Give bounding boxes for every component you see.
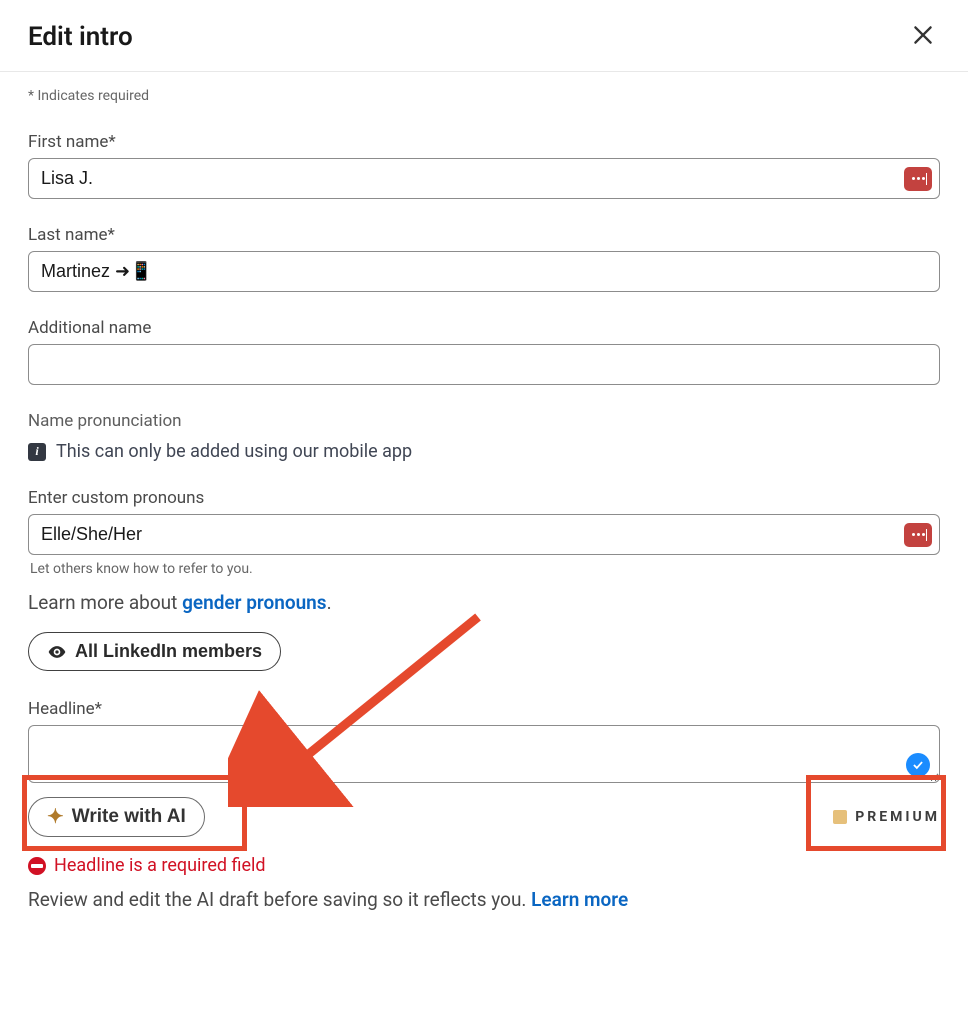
headline-error-text: Headline is a required field [54, 855, 266, 876]
pronouns-label: Enter custom pronouns [28, 488, 940, 508]
premium-badge: PREMIUM [833, 809, 940, 825]
close-icon [910, 22, 936, 48]
first-name-field: First name* [28, 132, 940, 199]
last-name-input[interactable] [28, 251, 940, 292]
mobile-only-note: i This can only be added using our mobil… [28, 441, 940, 462]
pronouns-learn-more: Learn more about gender pronouns. [28, 591, 940, 614]
modal-header: Edit intro [0, 0, 968, 72]
last-name-field: Last name* [28, 225, 940, 292]
headline-input[interactable] [28, 725, 940, 783]
additional-name-label: Additional name [28, 318, 940, 338]
visibility-button-label: All LinkedIn members [75, 641, 262, 662]
first-name-label: First name* [28, 132, 940, 152]
pronouns-helper-text: Let others know how to refer to you. [30, 561, 940, 577]
error-icon [28, 857, 46, 875]
password-manager-icon[interactable] [904, 523, 932, 547]
write-with-ai-label: Write with AI [72, 806, 186, 828]
pronouns-input[interactable] [28, 514, 940, 555]
ai-review-note: Review and edit the AI draft before savi… [28, 888, 940, 911]
required-indicator-note: * Indicates required [28, 88, 940, 104]
modal-title: Edit intro [28, 22, 133, 52]
headline-error: Headline is a required field [28, 855, 940, 876]
visibility-button[interactable]: All LinkedIn members [28, 632, 281, 671]
name-pronunciation-heading: Name pronunciation [28, 411, 940, 431]
gender-pronouns-link[interactable]: gender pronouns [182, 591, 327, 614]
additional-name-input[interactable] [28, 344, 940, 385]
first-name-input[interactable] [28, 158, 940, 199]
verified-check-icon [906, 753, 930, 777]
premium-icon [833, 810, 847, 824]
sparkle-icon: ✦ [47, 807, 64, 827]
modal-body: * Indicates required First name* Last na… [0, 72, 968, 911]
ai-learn-more-link[interactable]: Learn more [531, 888, 628, 911]
ai-row: ✦ Write with AI PREMIUM [28, 797, 940, 837]
write-with-ai-button[interactable]: ✦ Write with AI [28, 797, 205, 837]
pronouns-field: Enter custom pronouns Let others know ho… [28, 488, 940, 577]
headline-field: Headline* [28, 699, 940, 783]
eye-icon [47, 642, 67, 662]
name-pronunciation-section: Name pronunciation i This can only be ad… [28, 411, 940, 462]
mobile-only-note-text: This can only be added using our mobile … [56, 441, 412, 462]
premium-label: PREMIUM [855, 809, 940, 825]
close-button[interactable] [906, 18, 940, 55]
info-icon: i [28, 443, 46, 461]
headline-label: Headline* [28, 699, 940, 719]
last-name-label: Last name* [28, 225, 940, 245]
additional-name-field: Additional name [28, 318, 940, 385]
edit-intro-modal: Edit intro * Indicates required First na… [0, 0, 968, 960]
password-manager-icon[interactable] [904, 167, 932, 191]
